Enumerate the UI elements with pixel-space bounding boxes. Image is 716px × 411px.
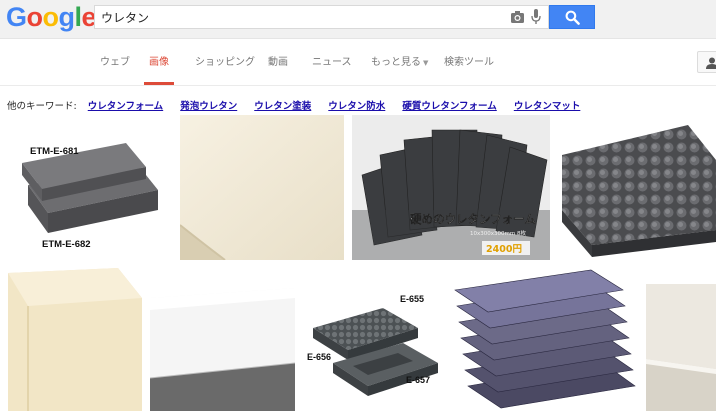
egg-crate-foam-image — [558, 115, 716, 260]
related-link[interactable]: ウレタン塗装 — [254, 101, 311, 112]
image-result[interactable]: E-655 E-656 E-657 — [303, 268, 443, 411]
account-button[interactable] — [697, 51, 716, 73]
tab-news[interactable]: ニュース — [312, 53, 352, 85]
tab-shopping[interactable]: ショッピング — [195, 53, 255, 85]
header-bar: Google — [0, 0, 716, 39]
related-keywords-label: 他のキーワード: — [7, 101, 77, 112]
search-icon — [565, 10, 580, 25]
tab-web[interactable]: ウェブ — [100, 53, 130, 85]
foam-case-inserts-image: E-655 E-656 E-657 — [303, 268, 443, 411]
cream-foam-image — [180, 115, 344, 260]
foam-sheet-stack-image — [453, 268, 638, 411]
related-link[interactable]: 発泡ウレタン — [180, 101, 237, 112]
layered-foam-image — [150, 268, 295, 411]
tab-videos[interactable]: 動画 — [268, 53, 288, 85]
foam-fan-image: 硬めのウレタンフォーム 10x300x300mm 8枚 2400円 — [352, 115, 550, 260]
related-link[interactable]: ウレタンフォーム — [88, 101, 163, 112]
product-code-label: E-656 — [307, 352, 331, 362]
tab-more-label: もっと見る — [371, 57, 421, 68]
google-logo[interactable]: Google — [6, 2, 97, 32]
image-result[interactable] — [453, 268, 638, 411]
related-link[interactable]: ウレタンマット — [514, 101, 581, 112]
image-subcaption: 10x300x300mm 8枚 — [470, 229, 526, 237]
light-foam-image — [646, 284, 716, 411]
image-result[interactable] — [180, 115, 344, 260]
cream-foam-block-image — [8, 268, 142, 411]
logo-letter: l — [74, 2, 83, 32]
dropdown-arrow-icon: ▼ — [423, 59, 429, 67]
foam-sheets-image: ETM-E-681 ETM-E-682 — [8, 115, 172, 260]
related-link[interactable]: ウレタン防水 — [328, 101, 385, 112]
tab-more[interactable]: もっと見る ▼ — [371, 53, 428, 85]
related-link[interactable]: 硬質ウレタンフォーム — [402, 101, 496, 112]
search-button[interactable] — [549, 5, 595, 29]
logo-letter: G — [6, 2, 27, 32]
image-result[interactable] — [558, 115, 716, 260]
related-keywords: 他のキーワード: ウレタンフォーム 発泡ウレタン ウレタン塗装 ウレタン防水 硬… — [7, 100, 580, 114]
image-result[interactable] — [8, 268, 142, 411]
product-code-label: ETM-E-681 — [30, 146, 79, 157]
product-code-label: E-657 — [406, 375, 430, 385]
account-icon — [706, 57, 716, 69]
search-box — [94, 5, 549, 29]
product-code-label: E-655 — [400, 294, 424, 304]
search-input[interactable] — [101, 8, 496, 26]
image-result[interactable]: 硬めのウレタンフォーム 10x300x300mm 8枚 2400円 — [352, 115, 550, 260]
image-result[interactable]: ETM-E-681 ETM-E-682 — [8, 115, 172, 260]
logo-letter: o — [42, 2, 60, 32]
logo-letter: o — [26, 2, 44, 32]
microphone-icon[interactable] — [531, 9, 541, 25]
price-label: 2400円 — [486, 244, 522, 255]
logo-letter: g — [58, 2, 76, 32]
search-tabs: ウェブ 画像 ショッピング 動画 ニュース もっと見る ▼ 検索ツール — [0, 39, 716, 86]
image-result[interactable] — [646, 284, 716, 411]
image-result[interactable] — [150, 268, 295, 411]
tab-search-tools[interactable]: 検索ツール — [444, 53, 494, 85]
camera-icon[interactable] — [511, 11, 524, 23]
product-code-label: ETM-E-682 — [42, 239, 91, 250]
tab-images[interactable]: 画像 — [144, 53, 174, 85]
image-caption: 硬めのウレタンフォーム — [410, 212, 536, 226]
